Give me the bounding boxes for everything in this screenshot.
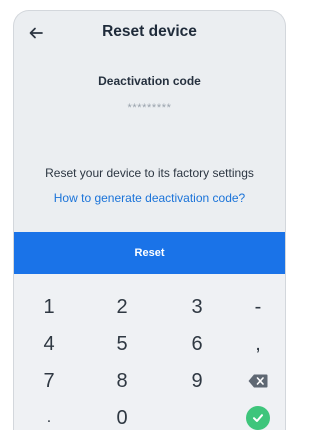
deactivation-code-value[interactable]: *********	[14, 102, 285, 114]
key-backspace[interactable]	[228, 363, 285, 399]
key-9[interactable]: 9	[167, 363, 227, 399]
key-dot[interactable]: .	[19, 400, 79, 430]
backspace-icon	[248, 374, 268, 388]
key-1[interactable]: 1	[19, 289, 79, 325]
reset-button[interactable]: Reset	[14, 232, 285, 274]
key-3[interactable]: 3	[167, 289, 227, 325]
key-4[interactable]: 4	[19, 326, 79, 362]
key-0[interactable]: 0	[92, 400, 152, 430]
key-5[interactable]: 5	[92, 326, 152, 362]
key-confirm[interactable]	[228, 400, 285, 430]
key-2[interactable]: 2	[92, 289, 152, 325]
key-8[interactable]: 8	[92, 363, 152, 399]
help-link[interactable]: How to generate deactivation code?	[14, 191, 285, 205]
numeric-keypad: 1 2 3 - 4 5 6 , 7 8 9 . 0	[14, 274, 285, 430]
confirm-circle	[246, 406, 270, 430]
reset-description: Reset your device to its factory setting…	[45, 166, 254, 180]
page-title: Reset device	[102, 23, 197, 40]
phone-screen: Reset device Deactivation code *********…	[13, 10, 286, 430]
check-icon	[253, 414, 263, 422]
key-7[interactable]: 7	[19, 363, 79, 399]
key-6[interactable]: 6	[167, 326, 227, 362]
header: Reset device	[14, 11, 285, 55]
deactivation-code-label: Deactivation code	[98, 74, 201, 88]
key-minus[interactable]: -	[228, 289, 285, 325]
key-comma[interactable]: ,	[228, 326, 285, 362]
